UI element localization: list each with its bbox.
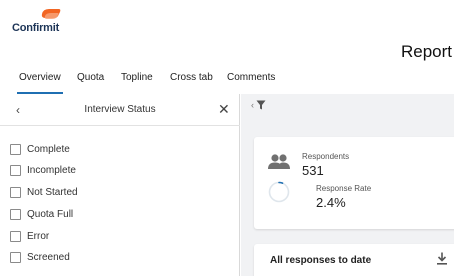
response-stats-card: Respondents 531 Response Rate 2.4% (254, 137, 454, 229)
status-option-screened[interactable]: Screened (10, 250, 70, 264)
confirmit-logo[interactable]: Confirmit (12, 7, 72, 37)
status-option-error[interactable]: Error (10, 229, 49, 243)
checkbox[interactable] (10, 208, 21, 220)
status-label: Not Started (27, 186, 78, 198)
status-label: Screened (27, 251, 70, 263)
status-label: Incomplete (27, 164, 76, 176)
app-header: Confirmit Report (0, 0, 454, 66)
checkbox[interactable] (10, 143, 21, 155)
respondents-value: 531 (302, 163, 324, 178)
status-label: Error (27, 230, 50, 242)
checkbox[interactable] (10, 251, 21, 263)
response-rate-label: Response Rate (316, 184, 372, 193)
interview-status-panel: ‹ Interview Status ✕ Complete Incomplete… (0, 94, 240, 276)
status-label: Quota Full (27, 208, 74, 220)
panel-title: Interview Status (84, 104, 156, 115)
expand-chevron-icon[interactable]: ‹ (251, 100, 254, 110)
tab-comments[interactable]: Comments (227, 72, 275, 83)
tab-topline[interactable]: Topline (121, 72, 153, 83)
logo-text: Confirmit (12, 22, 60, 34)
tab-quota[interactable]: Quota (77, 72, 104, 83)
respondents-label: Respondents (302, 152, 350, 161)
report-content: ‹ Respondents 531 Response Rate 2.4% All… (241, 94, 454, 276)
tab-cross-tab[interactable]: Cross tab (170, 72, 213, 83)
response-rate-value: 2.4% (316, 195, 346, 210)
checkbox[interactable] (10, 230, 21, 242)
card-title: All responses to date (270, 255, 372, 266)
filter-bar[interactable]: ‹ (251, 100, 266, 110)
tab-overview[interactable]: Overview (17, 72, 63, 94)
all-responses-card: All responses to date (254, 244, 454, 276)
status-label: Complete (27, 143, 70, 155)
progress-ring-icon (268, 181, 290, 203)
panel-header: ‹ Interview Status ✕ (0, 94, 240, 126)
status-option-complete[interactable]: Complete (10, 142, 70, 156)
download-icon[interactable] (436, 252, 448, 265)
checkbox[interactable] (10, 186, 21, 198)
status-option-quota-full[interactable]: Quota Full (10, 207, 73, 221)
report-tabs: Overview Quota Topline Cross tab Comment… (0, 66, 454, 94)
checkbox[interactable] (10, 164, 21, 176)
status-option-not-started[interactable]: Not Started (10, 185, 78, 199)
people-icon (268, 154, 290, 169)
page-title: Report (401, 42, 453, 61)
status-option-incomplete[interactable]: Incomplete (10, 163, 76, 177)
filter-icon[interactable] (256, 100, 266, 110)
logo-mark-icon (41, 9, 61, 19)
close-icon[interactable]: ✕ (218, 101, 230, 118)
